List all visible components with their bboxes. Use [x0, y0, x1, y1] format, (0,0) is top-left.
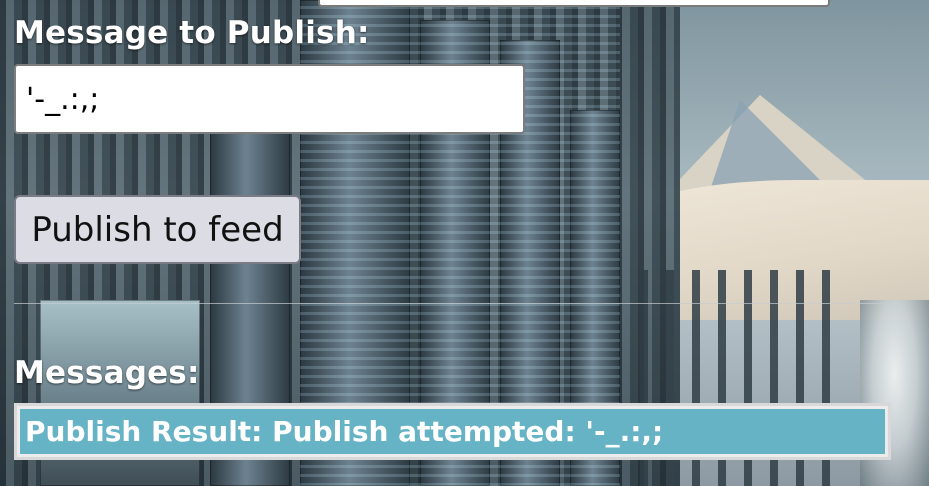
message-input[interactable]: [14, 64, 525, 134]
message-list-item[interactable]: Publish Result: Publish attempted: '-_.:…: [20, 409, 885, 454]
previous-field-edge[interactable]: [318, 0, 830, 7]
section-divider: [14, 303, 890, 304]
publish-to-feed-button[interactable]: Publish to feed: [14, 195, 301, 264]
message-to-publish-label: Message to Publish:: [14, 15, 370, 51]
messages-heading: Messages:: [14, 355, 200, 391]
messages-list[interactable]: Publish Result: Publish attempted: '-_.:…: [14, 403, 891, 460]
